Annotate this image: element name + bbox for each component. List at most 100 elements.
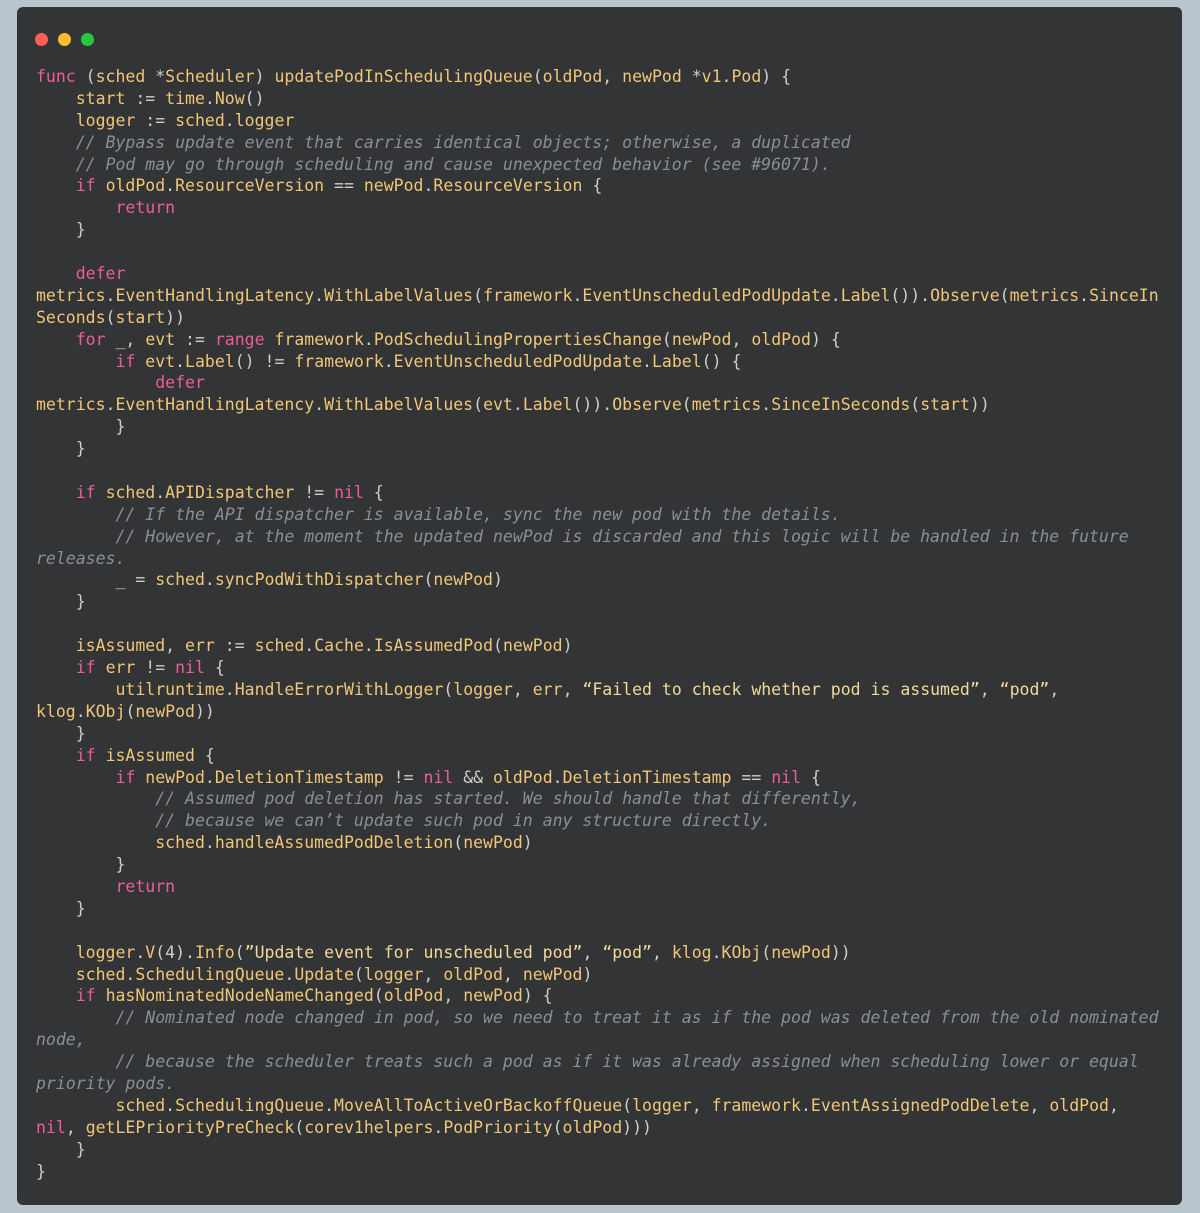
- code-token: !=: [383, 767, 424, 787]
- code-token: .: [433, 1117, 444, 1137]
- code-token: oldPod: [542, 67, 603, 86]
- code-token: }: [36, 220, 86, 240]
- code-token: isAssumed: [105, 745, 195, 765]
- code-block: func (sched *Scheduler) updatePodInSched…: [36, 66, 1159, 1182]
- code-token: .: [165, 176, 176, 196]
- code-token: HandleErrorWithLogger: [234, 679, 444, 699]
- code-token: evt: [483, 395, 513, 415]
- code-token: ,: [502, 964, 523, 984]
- code-token: !=: [135, 658, 176, 678]
- code-token: (: [423, 570, 434, 590]
- code-token: )): [194, 701, 215, 721]
- code-token: sched: [75, 964, 126, 984]
- code-token: !=: [294, 482, 335, 502]
- code-token: {: [204, 658, 225, 678]
- code-token: (: [493, 636, 503, 656]
- code-token: .: [314, 285, 325, 305]
- code-token: newPod: [463, 833, 523, 853]
- code-line: sched.SchedulingQueue.MoveAllToActiveOrB…: [36, 1095, 1159, 1117]
- code-token: ))): [622, 1117, 652, 1137]
- code-token: ResourceVersion: [175, 176, 325, 196]
- code-token: V: [145, 942, 156, 962]
- code-token: MoveAllToActiveOrBackoffQueue: [334, 1095, 623, 1115]
- minimize-window-dot-icon[interactable]: [58, 33, 71, 46]
- code-line: utilruntime.HandleErrorWithLogger(logger…: [36, 679, 1159, 701]
- code-token: KObj: [721, 942, 762, 962]
- code-token: Label: [185, 351, 235, 371]
- code-token: getLEPriorityPreCheck: [85, 1117, 295, 1137]
- code-line: // because the scheduler treats such a p…: [36, 1051, 1159, 1073]
- code-line: metrics.EventHandlingLatency.WithLabelVa…: [36, 285, 1159, 307]
- code-token: metrics: [1009, 285, 1080, 305]
- code-token: EventHandlingLatency: [115, 395, 315, 415]
- code-keyword: if: [75, 986, 96, 1006]
- code-token: isAssumed: [75, 636, 166, 656]
- code-token: .: [642, 351, 652, 371]
- code-token: _,: [105, 329, 146, 349]
- code-token: logger: [632, 1095, 692, 1115]
- code-token: () {: [701, 351, 742, 371]
- code-token: (: [661, 329, 672, 349]
- code-line: logger.V(4).Info(”Update event for unsch…: [36, 942, 1159, 964]
- code-token: oldPod: [493, 767, 553, 787]
- code-token: newPod: [145, 767, 205, 787]
- code-token: :=: [214, 636, 255, 656]
- code-token: (: [453, 833, 464, 853]
- code-token: }: [36, 417, 126, 437]
- code-token: oldPod: [443, 964, 503, 984]
- code-comment: // However, at the moment the updated ne…: [115, 526, 1129, 546]
- code-token: Observe: [930, 285, 1000, 305]
- code-token: )): [969, 395, 990, 415]
- code-token: newPod: [771, 942, 831, 962]
- code-line: return: [36, 876, 1159, 898]
- code-token: .: [75, 701, 86, 721]
- code-token: hasNominatedNodeNameChanged: [105, 986, 374, 1006]
- code-token: Label: [651, 351, 702, 371]
- code-token: (: [681, 395, 692, 415]
- code-token: (: [999, 285, 1010, 305]
- code-token: (: [552, 1117, 563, 1137]
- code-string: ”Update event for unscheduled pod”: [244, 942, 583, 962]
- code-token: err: [532, 679, 563, 699]
- code-line: _ = sched.syncPodWithDispatcher(newPod): [36, 569, 1159, 591]
- code-token: {: [194, 745, 215, 765]
- code-token: .: [105, 285, 116, 305]
- code-line: for _, evt := range framework.PodSchedul…: [36, 329, 1159, 351]
- code-string: “pod”: [999, 679, 1050, 699]
- code-token: (: [473, 395, 484, 415]
- code-token: logger: [363, 964, 424, 984]
- code-token: DeletionTimestamp: [562, 767, 732, 787]
- code-token: logger: [75, 110, 136, 130]
- code-line: }: [36, 898, 1159, 920]
- code-token: ()).: [890, 285, 931, 305]
- code-keyword: if: [115, 351, 136, 371]
- code-token: .: [512, 395, 523, 415]
- code-token: }: [36, 723, 86, 743]
- code-token: ): [493, 570, 503, 590]
- code-token: newPod: [522, 964, 583, 984]
- code-line: // Bypass update event that carries iden…: [36, 132, 1159, 154]
- code-line: releases.: [36, 548, 1159, 570]
- code-token: (): [244, 88, 265, 108]
- code-token: Pod: [731, 67, 762, 86]
- close-window-dot-icon[interactable]: [35, 33, 48, 46]
- code-token: (: [622, 1095, 633, 1115]
- code-token: Cache: [314, 636, 364, 656]
- code-token: (: [910, 395, 921, 415]
- code-token: }: [36, 439, 86, 459]
- maximize-window-dot-icon[interactable]: [81, 33, 94, 46]
- code-token: Seconds: [36, 307, 106, 327]
- code-token: sched: [95, 67, 146, 86]
- code-token: (: [125, 701, 136, 721]
